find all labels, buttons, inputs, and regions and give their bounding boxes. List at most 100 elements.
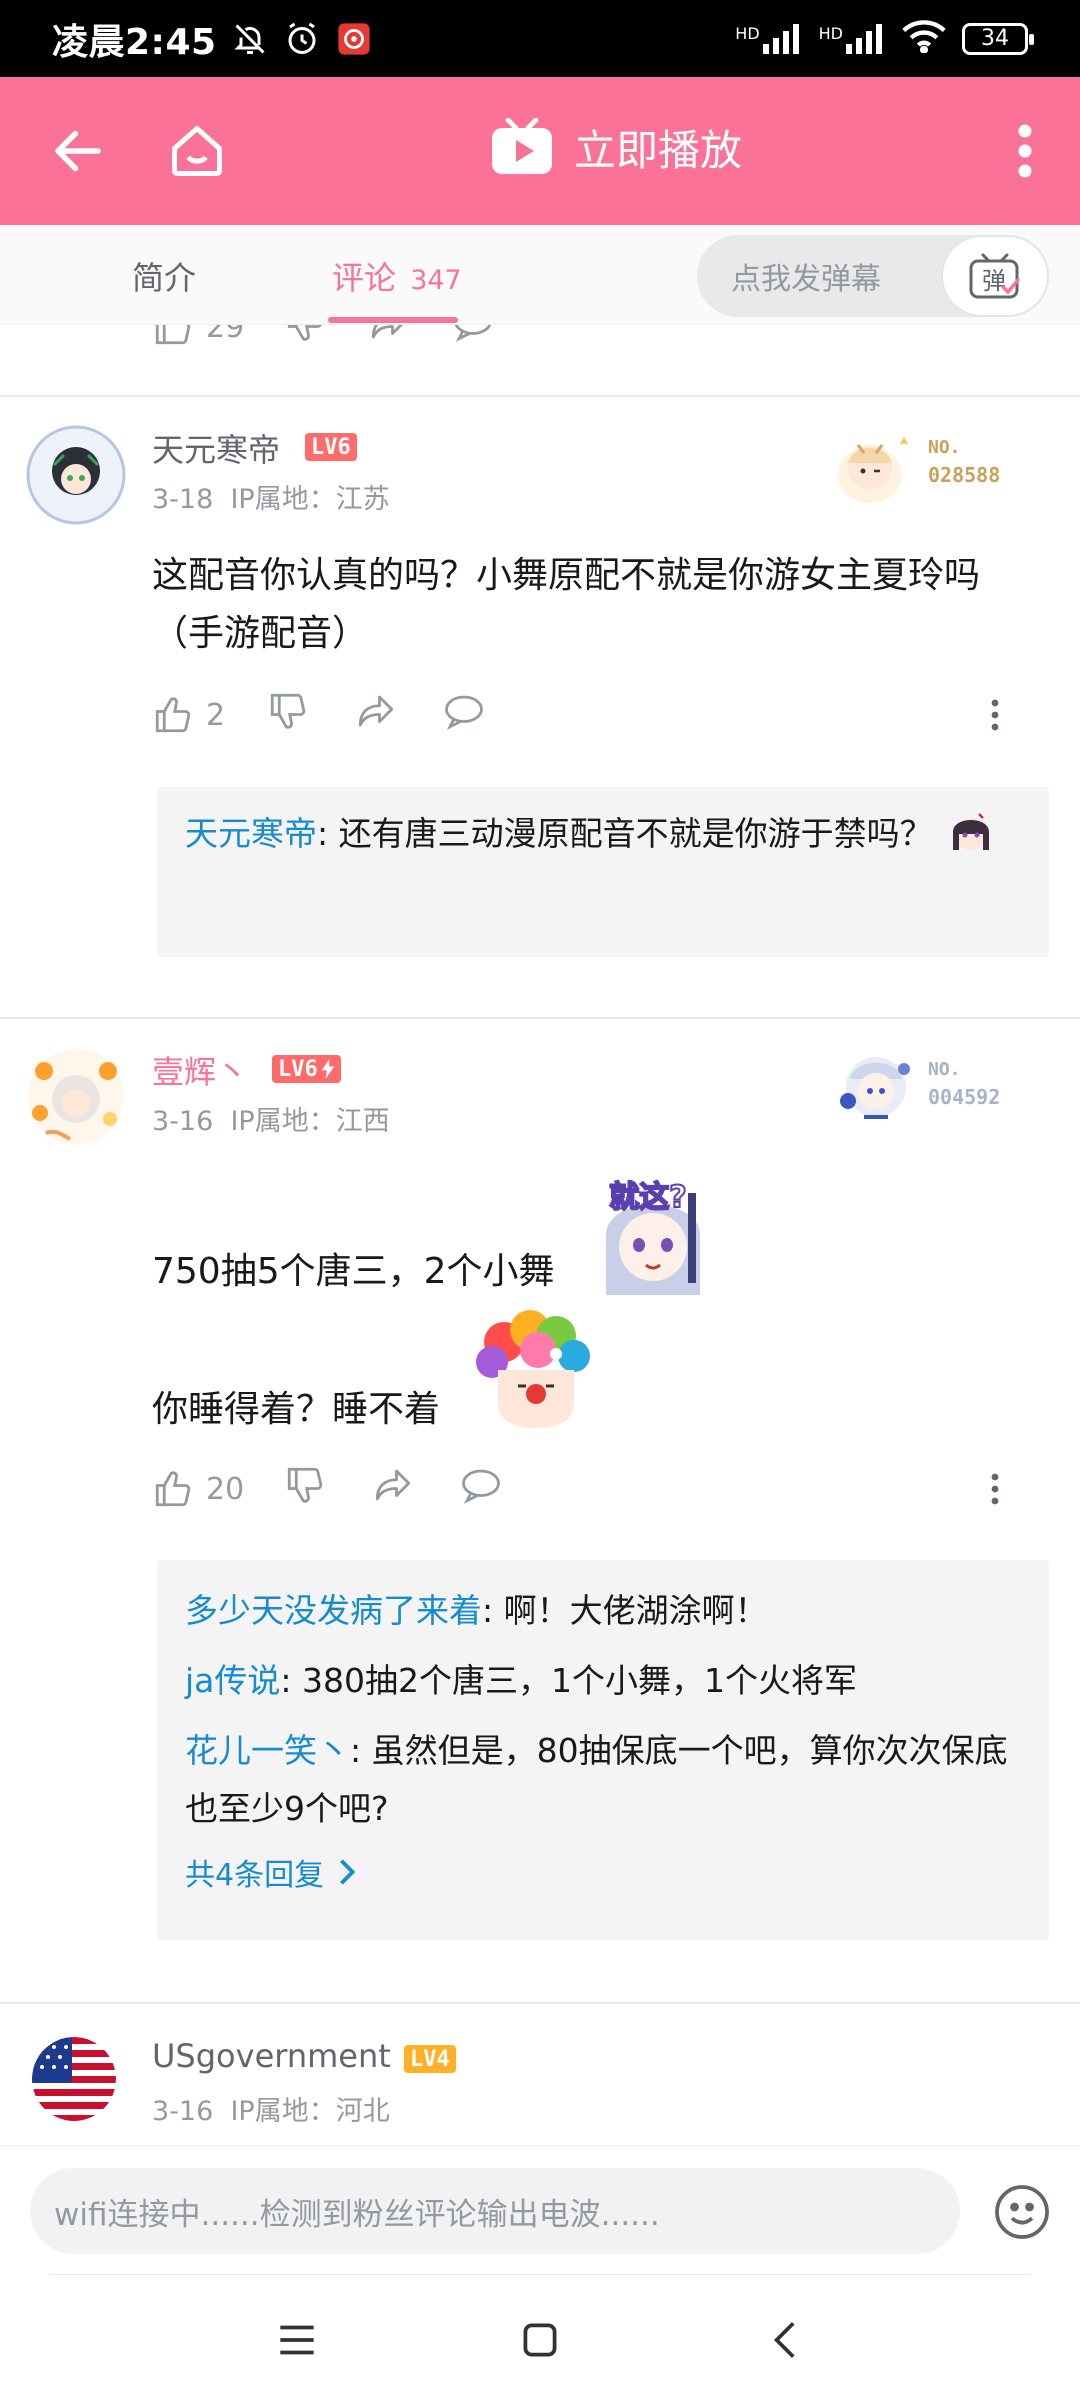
speech-bubble-icon xyxy=(445,695,483,730)
ip-location: IP属地：河北 xyxy=(230,2096,390,2127)
reply-preview[interactable]: 天元寒帝: 还有唐三动漫原配音不就是你游于禁吗？ xyxy=(157,787,1049,957)
fan-badge: NO. 004592 xyxy=(828,1039,1018,1139)
ip-location: IP属地：江苏 xyxy=(230,484,390,515)
level-badge: LV6 xyxy=(272,1055,341,1083)
lightning-icon xyxy=(321,1059,334,1079)
video-header: 立即播放 xyxy=(0,77,1080,225)
thumbs-down-icon xyxy=(270,693,306,729)
danmaku-placeholder: 点我发弹幕 xyxy=(731,262,881,297)
play-now-button[interactable]: 立即播放 xyxy=(490,117,742,178)
reply-button[interactable] xyxy=(460,1464,502,1514)
like-button[interactable]: 2 xyxy=(152,694,225,736)
comment-list[interactable]: 29 天元寒帝 LV6 3-18 IP属地：江苏 NO. 028588 这配音你… xyxy=(0,325,1080,2145)
reply-username[interactable]: 多少天没发病了来着 xyxy=(185,1591,482,1630)
view-all-replies-link[interactable]: 共4条回复 xyxy=(185,1850,1021,1894)
reply-username[interactable]: 天元寒帝 xyxy=(185,814,317,853)
avatar[interactable] xyxy=(26,425,126,525)
battery-level: 34 xyxy=(981,26,1009,51)
sticker-jiuzhe: 就这? xyxy=(592,1175,714,1295)
back-arrow-icon[interactable] xyxy=(48,121,108,181)
like-count: 2 xyxy=(206,697,226,733)
comment-input[interactable]: wifi连接中......检测到粉丝评论输出电波...... xyxy=(30,2168,960,2254)
wifi-icon xyxy=(902,19,946,59)
like-button[interactable]: 20 xyxy=(152,1468,244,1510)
chevron-right-icon xyxy=(340,1859,356,1885)
danmaku-toggle-button[interactable]: 弹 xyxy=(941,235,1049,317)
reply-button[interactable] xyxy=(443,690,485,740)
reply-text: : 啊！大佬湖涂啊！ xyxy=(482,1591,768,1630)
reply-username[interactable]: 花儿一笑丶 xyxy=(185,1731,350,1770)
level-badge: LV4 xyxy=(404,2045,456,2073)
reply-username[interactable]: ja传说 xyxy=(185,1661,280,1700)
reply-line: ja传说: 380抽2个唐三，1个小舞，1个火将军 xyxy=(185,1652,1021,1710)
prev-comment-actions: 29 xyxy=(152,325,494,351)
comment-meta: 3-18 IP属地：江苏 xyxy=(152,477,390,516)
comment-date: 3-18 xyxy=(152,484,214,515)
emoji-icon[interactable] xyxy=(992,2182,1052,2242)
comment-date: 3-16 xyxy=(152,1106,214,1137)
battery-indicator: 34 xyxy=(962,22,1034,55)
tab-bar: 简介 评论 347 点我发弹幕 弹 xyxy=(0,225,1080,325)
thumbs-up-icon xyxy=(155,1471,191,1507)
fan-badge-no: NO. xyxy=(928,1059,961,1080)
reply-text: : 380抽2个唐三，1个小舞，1个火将军 xyxy=(280,1661,857,1700)
home-square-icon[interactable] xyxy=(515,2315,565,2365)
dislike-button[interactable] xyxy=(267,690,309,740)
comment-meta: 3-16 IP属地：河北 xyxy=(152,2089,390,2128)
view-all-replies-label: 共4条回复 xyxy=(185,1858,325,1893)
comment-date: 3-16 xyxy=(152,2096,214,2127)
mute-notification-icon xyxy=(231,20,269,58)
tab-active-indicator xyxy=(328,317,458,323)
status-bar: 凌晨2:45 HD HD 34 xyxy=(0,0,1080,77)
ip-location: IP属地：江西 xyxy=(230,1106,390,1137)
menu-icon[interactable] xyxy=(272,2315,322,2365)
sticker-clown xyxy=(474,1310,594,1430)
username[interactable]: USgovernment xyxy=(152,2037,391,2075)
comment-divider xyxy=(0,2002,1080,2004)
tab-intro[interactable]: 简介 xyxy=(132,253,196,299)
tv-play-icon xyxy=(492,117,552,174)
avatar[interactable] xyxy=(26,1047,126,1147)
reply-line: 花儿一笑丶: 虽然但是，80抽保底一个吧，算你次次保底也至少9个吧? xyxy=(185,1722,1021,1838)
share-button[interactable] xyxy=(372,1464,414,1514)
username[interactable]: 天元寒帝 xyxy=(152,425,280,471)
tab-comments-count: 347 xyxy=(410,265,462,296)
prev-reply-icon[interactable] xyxy=(452,325,494,352)
reply-preview[interactable]: 多少天没发病了来着: 啊！大佬湖涂啊！ ja传说: 380抽2个唐三，1个小舞，… xyxy=(157,1560,1049,1940)
prev-like-button[interactable]: 29 xyxy=(152,325,244,348)
prev-share-icon[interactable] xyxy=(368,325,410,352)
status-time: 凌晨2:45 xyxy=(52,21,217,63)
net-type-2: HD xyxy=(818,23,843,43)
comment-divider xyxy=(0,1017,1080,1019)
reply-text: : 还有唐三动漫原配音不就是你游于禁吗？ xyxy=(317,814,933,853)
username[interactable]: 壹辉丶 xyxy=(152,1047,248,1093)
reply-line: 天元寒帝: 还有唐三动漫原配音不就是你游于禁吗？ xyxy=(185,805,1021,864)
comment-more-icon[interactable] xyxy=(980,691,1010,743)
thumbs-down-icon xyxy=(288,1467,323,1503)
comment-text-line2: 你睡得着？睡不着 xyxy=(152,1389,441,1430)
danmaku-input[interactable]: 点我发弹幕 弹 xyxy=(697,235,1049,317)
comment-meta: 3-16 IP属地：江西 xyxy=(152,1099,390,1138)
thumbs-up-icon xyxy=(155,697,191,733)
back-chevron-icon[interactable] xyxy=(762,2315,812,2365)
comment-actions: 20 xyxy=(152,1465,502,1513)
tab-comments[interactable]: 评论 347 xyxy=(332,253,462,299)
fan-badge: NO. 028588 xyxy=(828,417,1018,517)
fan-badge-number: 004592 xyxy=(928,1085,1001,1109)
comment-text-line1: 750抽5个唐三，2个小舞 xyxy=(152,1251,555,1292)
danmaku-icon: 弹 xyxy=(969,253,1020,299)
dislike-button[interactable] xyxy=(284,1464,326,1514)
share-button[interactable] xyxy=(355,690,397,740)
comment-more-icon[interactable] xyxy=(980,1465,1010,1517)
anime-sticker-icon xyxy=(953,812,990,850)
home-icon[interactable] xyxy=(166,121,232,181)
fan-badge-no: NO. xyxy=(928,437,961,458)
alarm-clock-icon xyxy=(283,20,321,58)
danmaku-icon-char: 弹 xyxy=(982,267,1006,295)
system-nav-bar xyxy=(0,2275,1080,2400)
avatar[interactable] xyxy=(32,2037,116,2121)
comment-text: 这配音你认真的吗？小舞原配不就是你游女主夏玲吗（手游配音） xyxy=(152,555,981,654)
prev-dislike-icon[interactable] xyxy=(284,325,326,352)
level-badge-text: LV6 xyxy=(278,1056,318,1082)
more-options-icon[interactable] xyxy=(1010,121,1040,181)
